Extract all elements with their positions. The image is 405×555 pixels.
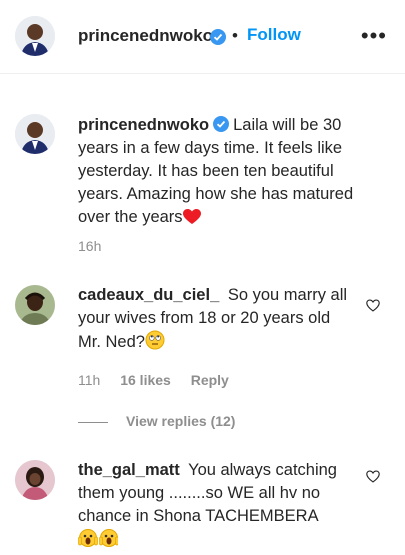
comment-username[interactable]: cadeaux_du_ciel_	[78, 286, 219, 304]
more-options-icon[interactable]: •••	[361, 25, 387, 47]
separator-dot: •	[232, 26, 238, 45]
caption-text: princenednwoko Laila will be 30 years in …	[78, 114, 378, 232]
red-heart-icon	[182, 209, 201, 232]
comment-text: the_gal_matt You always catching them yo…	[78, 459, 356, 555]
heart-like-icon[interactable]	[366, 299, 380, 312]
avatar[interactable]	[15, 460, 55, 500]
face-with-rolling-eyes-icon	[145, 330, 165, 357]
view-replies-label[interactable]: View replies (12)	[126, 413, 235, 429]
verified-badge-icon	[210, 29, 226, 45]
face-screaming-in-fear-icon	[78, 528, 119, 555]
header-username[interactable]: princenednwoko	[78, 26, 213, 46]
follow-button[interactable]: Follow	[247, 25, 301, 45]
timestamp[interactable]: 16h	[78, 238, 101, 254]
comment-meta: 11h 16 likes Reply	[78, 372, 245, 388]
replies-divider	[78, 421, 108, 423]
view-replies-button[interactable]: View replies (12)	[78, 413, 235, 429]
caption-username[interactable]: princenednwoko	[78, 116, 209, 134]
avatar[interactable]	[15, 114, 55, 154]
comment-text: cadeaux_du_ciel_ So you marry all your w…	[78, 284, 356, 357]
reply-button[interactable]: Reply	[191, 372, 229, 388]
post-header: princenednwoko • Follow •••	[0, 0, 405, 74]
timestamp[interactable]: 11h	[78, 372, 100, 388]
likes-count[interactable]: 16 likes	[120, 372, 171, 388]
comment-username[interactable]: the_gal_matt	[78, 461, 180, 479]
avatar[interactable]	[15, 285, 55, 325]
avatar[interactable]	[15, 16, 55, 56]
verified-badge-icon	[213, 116, 230, 132]
caption-meta: 16h	[78, 238, 117, 254]
heart-like-icon[interactable]	[366, 470, 380, 483]
